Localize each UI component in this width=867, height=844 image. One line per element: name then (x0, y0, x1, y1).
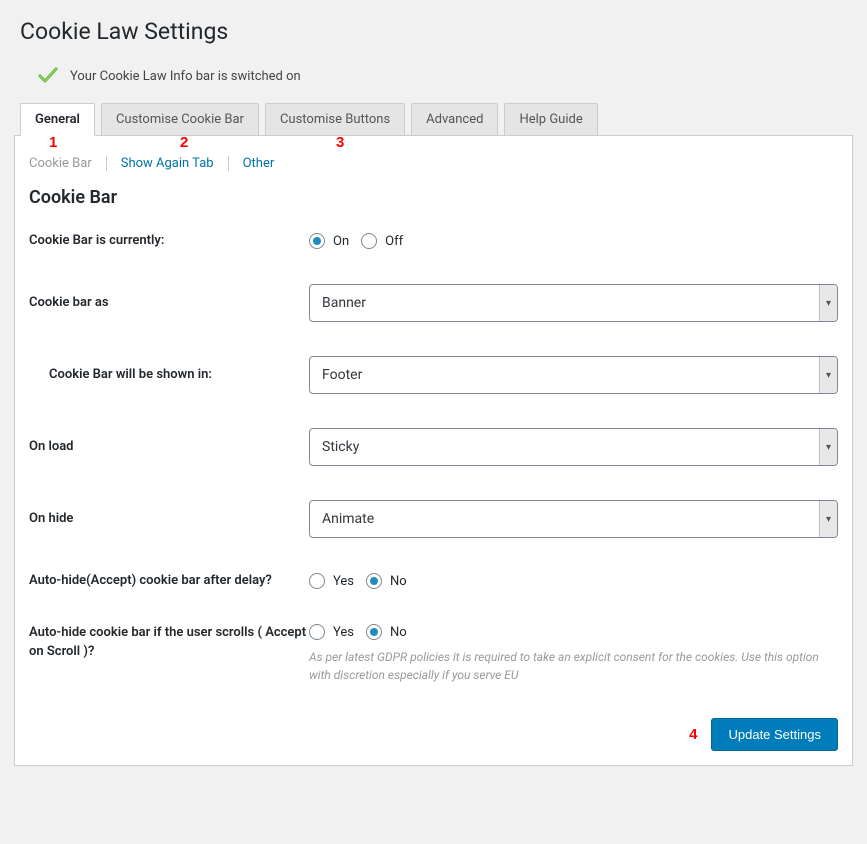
tab-advanced[interactable]: Advanced (411, 103, 498, 136)
label-autohide-delay: Auto-hide(Accept) cookie bar after delay… (29, 572, 309, 590)
radio-autohide-delay-no-label[interactable]: No (390, 574, 407, 589)
tab-help-guide[interactable]: Help Guide (504, 103, 597, 136)
select-on-hide[interactable]: Animate (309, 500, 838, 538)
update-settings-button[interactable]: Update Settings (711, 718, 838, 751)
status-row: Your Cookie Law Info bar is switched on (0, 55, 867, 103)
radio-currently-on[interactable] (309, 233, 325, 249)
radio-currently-off[interactable] (361, 233, 377, 249)
label-currently: Cookie Bar is currently: (29, 232, 309, 250)
subtabs: Cookie Bar Show Again Tab Other (29, 156, 838, 171)
select-on-load[interactable]: Sticky (309, 428, 838, 466)
helper-autohide-scroll: As per latest GDPR policies it is requir… (309, 648, 838, 684)
tab-customise-cookie-bar[interactable]: Customise Cookie Bar 2 (101, 103, 259, 136)
radio-autohide-scroll-yes[interactable] (309, 624, 325, 640)
tab-customise-bar-label: Customise Cookie Bar (116, 112, 244, 127)
label-on-hide: On hide (29, 510, 309, 528)
tab-general-label: General (35, 112, 80, 127)
radio-autohide-scroll-yes-label[interactable]: Yes (333, 625, 354, 640)
subtab-cookie-bar[interactable]: Cookie Bar (29, 156, 107, 171)
radio-currently-on-label[interactable]: On (333, 234, 349, 249)
tab-advanced-label: Advanced (426, 112, 483, 127)
tabs-row: General 1 Customise Cookie Bar 2 Customi… (0, 103, 867, 135)
settings-panel: Cookie Bar Show Again Tab Other Cookie B… (14, 135, 853, 766)
tab-general[interactable]: General 1 (20, 103, 95, 136)
select-bar-as[interactable]: Banner (309, 284, 838, 322)
section-title: Cookie Bar (29, 187, 838, 208)
label-on-load: On load (29, 438, 309, 456)
check-icon (38, 67, 58, 85)
select-shown-in[interactable]: Footer (309, 356, 838, 394)
label-shown-in: Cookie Bar will be shown in: (29, 366, 309, 384)
page-title: Cookie Law Settings (20, 18, 847, 45)
marker-4: 4 (689, 726, 697, 743)
radio-autohide-scroll-no-label[interactable]: No (390, 625, 407, 640)
radio-autohide-delay-no[interactable] (366, 573, 382, 589)
status-text: Your Cookie Law Info bar is switched on (70, 69, 301, 84)
radio-autohide-delay-yes-label[interactable]: Yes (333, 574, 354, 589)
subtab-other[interactable]: Other (229, 156, 289, 171)
tab-customise-buttons-label: Customise Buttons (280, 112, 390, 127)
tab-customise-buttons[interactable]: Customise Buttons 3 (265, 103, 405, 136)
radio-currently-off-label[interactable]: Off (385, 234, 403, 249)
radio-autohide-delay-yes[interactable] (309, 573, 325, 589)
label-bar-as: Cookie bar as (29, 294, 309, 312)
radio-autohide-scroll-no[interactable] (366, 624, 382, 640)
label-autohide-scroll: Auto-hide cookie bar if the user scrolls… (29, 624, 309, 660)
tab-help-label: Help Guide (519, 112, 582, 127)
subtab-show-again[interactable]: Show Again Tab (107, 156, 229, 171)
